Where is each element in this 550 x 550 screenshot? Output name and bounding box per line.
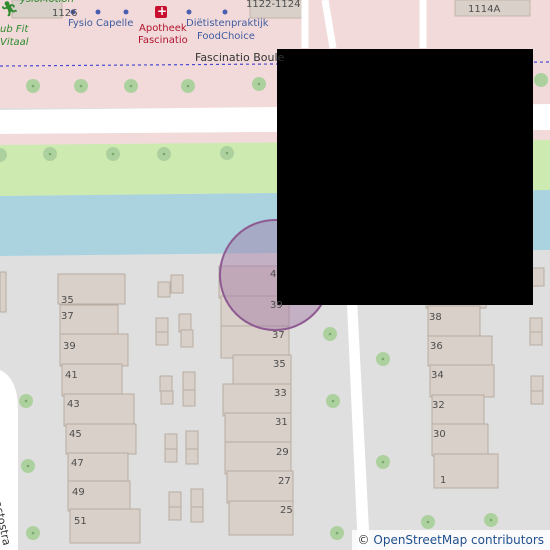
house-number-1122-1124: 1122-1124 bbox=[246, 0, 301, 10]
copyright-symbol: © bbox=[357, 533, 370, 547]
poi-label-fysiomotion: ysioMotion bbox=[20, 0, 74, 5]
house-number: 37 bbox=[272, 330, 285, 341]
house-number: 38 bbox=[429, 312, 442, 323]
house-number: 4 bbox=[270, 269, 277, 280]
house-number: 27 bbox=[278, 476, 291, 487]
house-number: 33 bbox=[274, 388, 287, 399]
house-number: 30 bbox=[433, 429, 446, 440]
poi-label-club-fit: ub Fit bbox=[0, 24, 29, 35]
house-number: 36 bbox=[430, 341, 443, 352]
house-number-1114a: 1114A bbox=[468, 4, 501, 15]
map-view[interactable]: 🏃︎ + ysioMotion ub Fit Vitaal 1126 Fysio… bbox=[0, 0, 550, 550]
house-number: 39 bbox=[270, 300, 283, 311]
house-number: 47 bbox=[71, 458, 84, 469]
house-number: 34 bbox=[431, 370, 444, 381]
poi-label-fysio-capelle: Fysio Capelle bbox=[68, 18, 134, 29]
pharmacy-cross: + bbox=[157, 4, 168, 18]
poi-label-foodchoice: FoodChoice bbox=[197, 31, 255, 42]
house-number: 32 bbox=[432, 400, 445, 411]
house-number: 1 bbox=[440, 475, 447, 486]
house-number: 45 bbox=[69, 429, 82, 440]
poi-label-fascinatio: Fascinatio bbox=[138, 35, 188, 46]
house-number: 35 bbox=[273, 359, 286, 370]
poi-label-vitaal: Vitaal bbox=[0, 37, 29, 48]
poi-label-dietistenpraktijk: Diëtistenpraktijk bbox=[186, 18, 269, 29]
fitness-icon: 🏃︎ bbox=[0, 0, 20, 18]
house-number: 29 bbox=[276, 447, 289, 458]
house-number: 31 bbox=[275, 417, 288, 428]
house-number: 37 bbox=[61, 311, 74, 322]
house-number: 49 bbox=[72, 487, 85, 498]
house-number: 25 bbox=[280, 505, 293, 516]
map-attribution[interactable]: © OpenStreetMap contributors bbox=[351, 530, 550, 550]
poi-label-apotheek: Apotheek bbox=[139, 23, 187, 34]
osm-attribution-link[interactable]: OpenStreetMap contributors bbox=[373, 533, 544, 547]
house-number: 41 bbox=[65, 370, 78, 381]
street-label-fascinatio: Fascinatio Boule bbox=[195, 51, 285, 64]
house-number: 35 bbox=[61, 295, 74, 306]
house-number: 51 bbox=[74, 516, 87, 527]
house-number: 43 bbox=[67, 399, 80, 410]
redacted-area bbox=[277, 49, 533, 305]
house-number: 39 bbox=[63, 341, 76, 352]
